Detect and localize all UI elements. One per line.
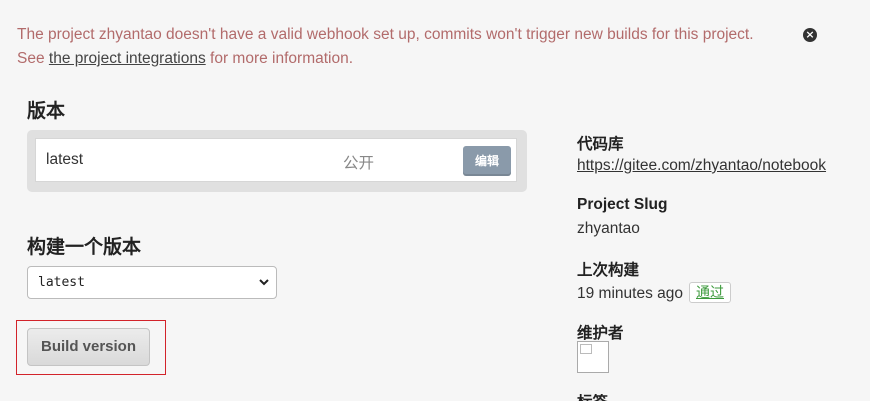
- last-build-time: 19 minutes ago: [577, 285, 683, 302]
- close-icon[interactable]: ×: [803, 28, 817, 42]
- webhook-alert: The project zhyantao doesn't have a vali…: [17, 23, 797, 71]
- maintainer-avatar[interactable]: [577, 341, 609, 373]
- last-build-info: 19 minutes ago 通过: [577, 282, 731, 303]
- repo-url-link[interactable]: https://gitee.com/zhyantao/notebook: [577, 157, 826, 174]
- version-row: latest 公开 编辑: [35, 138, 517, 182]
- slug-value: zhyantao: [577, 220, 640, 237]
- tags-label: 标签: [577, 394, 617, 401]
- version-privacy: 公开: [343, 155, 375, 172]
- repo-label: 代码库: [577, 136, 624, 153]
- last-build-label: 上次构建: [577, 262, 640, 279]
- repo-url-container: https://gitee.com/zhyantao/notebook: [577, 157, 826, 175]
- build-version-heading: 构建一个版本: [27, 237, 142, 258]
- build-version-button[interactable]: Build version: [27, 328, 150, 366]
- version-select[interactable]: latest: [27, 266, 277, 299]
- version-list: latest 公开 编辑: [27, 130, 527, 192]
- alert-line-1: The project zhyantao doesn't have a vali…: [17, 26, 754, 43]
- version-name[interactable]: latest: [46, 151, 83, 169]
- project-page: The project zhyantao doesn't have a vali…: [0, 0, 870, 401]
- version-select-value: latest: [38, 275, 85, 290]
- maintainers-label: 维护者: [577, 325, 624, 342]
- project-integrations-link[interactable]: the project integrations: [49, 50, 206, 67]
- build-status-badge[interactable]: 通过: [689, 282, 731, 303]
- broken-image-icon: [580, 344, 592, 354]
- edit-version-button[interactable]: 编辑: [463, 146, 511, 176]
- versions-heading: 版本: [27, 101, 66, 122]
- alert-line-2: See the project integrations for more in…: [17, 47, 797, 71]
- slug-label: Project Slug: [577, 196, 668, 213]
- alert-suffix: for more information.: [205, 50, 354, 67]
- chevron-down-icon: [259, 279, 269, 286]
- alert-prefix: See: [17, 50, 49, 67]
